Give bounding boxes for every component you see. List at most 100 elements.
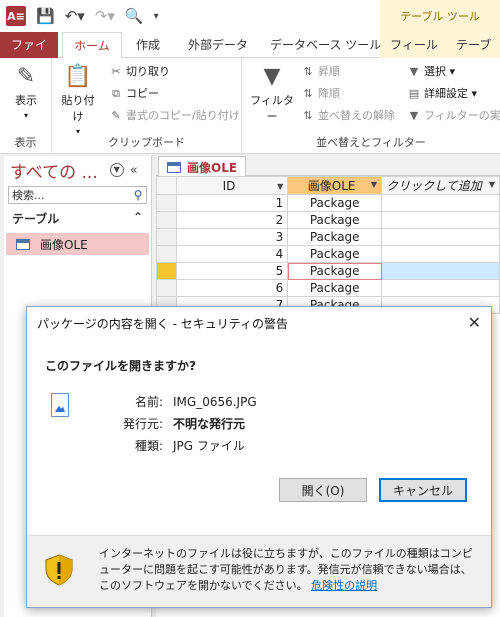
view-button[interactable]: ✎ 表示 ▾	[6, 62, 46, 121]
clipboard-group-label: クリップボード	[108, 136, 185, 149]
search-icon[interactable]: ⚲	[130, 188, 146, 202]
id-cell[interactable]: 3	[175, 228, 289, 246]
id-cell[interactable]: 2	[175, 211, 289, 229]
nav-item-label: 画像OLE	[40, 237, 88, 252]
advanced-label: 詳細設定	[424, 87, 468, 100]
ole-cell[interactable]: Package	[287, 211, 383, 229]
tab-external-data[interactable]: 外部データ	[180, 32, 256, 58]
ole-cell[interactable]: Package	[287, 245, 383, 263]
tab-home[interactable]: ホーム	[62, 32, 122, 59]
toggle-filter-button[interactable]: ▼ フィルターの実行	[406, 106, 500, 126]
ribbon-tabs: ファイル ホーム 作成 外部データ データベース ツール フィールド テーブル	[0, 32, 500, 78]
empty-cell[interactable]	[381, 211, 500, 229]
selection-button[interactable]: ▼ 選択 ▾	[406, 62, 455, 82]
filter-button-label: フィルター	[250, 94, 294, 123]
datasheet-header-row: ID ▼ 画像OLE ▼ クリックして追加 ▼	[156, 176, 500, 195]
empty-cell[interactable]	[381, 245, 500, 263]
nav-search-input[interactable]: 検索... ⚲	[8, 186, 147, 204]
remove-sort-button[interactable]: ⇅ 並べ替えの解除	[300, 106, 395, 126]
empty-cell[interactable]	[381, 228, 500, 246]
record-selector[interactable]	[156, 245, 177, 263]
customize-qat-icon[interactable]: ▾	[154, 11, 159, 22]
nav-menu-icon[interactable]: ▼	[109, 163, 124, 177]
format-painter-button[interactable]: ✎ 書式のコピー/貼り付け	[108, 106, 239, 126]
cancel-button[interactable]: キャンセル	[379, 478, 467, 502]
shutter-bar-close-icon[interactable]: «	[130, 163, 138, 178]
column-header-label: クリックして追加	[386, 179, 482, 193]
nav-header: すべての ... ▼ «	[4, 156, 151, 184]
copy-icon: ⧉	[112, 87, 120, 100]
tab-file[interactable]: ファイル	[0, 32, 58, 78]
document-tab[interactable]: 画像OLE	[158, 156, 247, 177]
table-row[interactable]: 1 Package	[156, 194, 500, 212]
nav-section-label: テーブル	[12, 212, 60, 226]
id-cell[interactable]: 5	[175, 262, 289, 280]
chevron-down-icon[interactable]: ▼	[371, 180, 377, 189]
tab-create[interactable]: 作成	[128, 32, 168, 58]
clipboard-group: 📋 貼り付け ▾ ✂ 切り取り ⧉ コピー ✎ 書式のコピー/貼り付け クリップボード	[52, 58, 242, 154]
record-selector[interactable]	[156, 262, 177, 280]
chevron-down-icon[interactable]: ▼	[277, 182, 283, 191]
save-icon[interactable]: 💾	[36, 7, 55, 25]
table-row-current[interactable]: 5 Package	[156, 262, 500, 280]
nav-item-table[interactable]: 画像OLE	[6, 233, 149, 255]
ole-cell[interactable]: Package	[287, 279, 383, 297]
copy-button[interactable]: ⧉ コピー	[108, 84, 159, 104]
close-icon[interactable]: ✕	[468, 313, 481, 332]
record-selector[interactable]	[156, 211, 177, 229]
collapse-section-icon[interactable]: ⌃	[133, 210, 143, 227]
column-header-click-to-add[interactable]: クリックして追加 ▼	[381, 176, 500, 195]
document-tab-label: 画像OLE	[187, 160, 238, 175]
cut-button[interactable]: ✂ 切り取り	[108, 62, 170, 82]
publisher-key: 発行元:	[122, 417, 163, 431]
table-tools-label: テーブル ツール	[380, 0, 500, 32]
redo-icon[interactable]: ↷▾	[95, 7, 115, 25]
print-preview-icon[interactable]: 🔍	[125, 7, 144, 25]
brush-icon: ✎	[111, 109, 121, 122]
open-button[interactable]: 開く(O)	[279, 478, 367, 502]
table-row[interactable]: 2 Package	[156, 211, 500, 229]
table-row[interactable]: 4 Package	[156, 245, 500, 263]
advanced-button[interactable]: ▤ 詳細設定 ▾	[406, 84, 477, 104]
table-icon	[167, 161, 181, 173]
file-name-value: IMG_0656.JPG	[173, 395, 257, 409]
tab-table[interactable]: テーブル	[448, 32, 500, 78]
cut-label: 切り取り	[126, 65, 170, 78]
paste-button[interactable]: 📋 貼り付け ▾	[58, 62, 98, 137]
empty-cell[interactable]	[381, 194, 500, 212]
ole-cell[interactable]: Package	[287, 228, 383, 246]
view-group: ✎ 表示 ▾ 表示	[0, 58, 52, 154]
toggle-filter-label: フィルターの実行	[424, 109, 500, 122]
sort-descending-button[interactable]: ⇅ 降順	[300, 84, 340, 104]
id-cell[interactable]: 6	[175, 279, 289, 297]
sort-ascending-button[interactable]: ⇅ 昇順	[300, 62, 340, 82]
record-selector[interactable]	[156, 279, 177, 297]
tab-database-tools[interactable]: データベース ツール	[262, 32, 389, 58]
table-row[interactable]: 6 Package	[156, 279, 500, 297]
title-bar: A≡ 💾 ↶▾ ↷▾ 🔍 ▾ テーブル ツール	[0, 0, 500, 32]
nav-title[interactable]: すべての ...	[10, 158, 98, 183]
ole-cell[interactable]: Package	[287, 194, 383, 212]
tab-fields[interactable]: フィールド	[380, 32, 448, 78]
table-row[interactable]: 3 Package	[156, 228, 500, 246]
paste-button-label: 貼り付け	[61, 94, 95, 123]
filter-button[interactable]: ▼ フィルター	[248, 62, 296, 124]
ole-cell[interactable]: Package	[287, 262, 383, 280]
id-cell[interactable]: 1	[175, 194, 289, 212]
empty-cell[interactable]	[381, 279, 500, 297]
document-tabs: 画像OLE	[156, 156, 500, 177]
column-header-id[interactable]: ID ▼	[175, 176, 289, 195]
column-header-ole[interactable]: 画像OLE ▼	[287, 176, 383, 195]
chevron-down-icon[interactable]: ▼	[489, 180, 495, 189]
quick-access-toolbar: A≡ 💾 ↶▾ ↷▾ 🔍 ▾	[6, 6, 159, 26]
empty-cell[interactable]	[381, 262, 500, 280]
record-selector[interactable]	[156, 228, 177, 246]
undo-icon[interactable]: ↶▾	[65, 7, 85, 25]
sort-descending-icon: ⇅	[303, 87, 313, 100]
record-selector[interactable]	[156, 194, 177, 212]
access-app-icon[interactable]: A≡	[6, 6, 26, 26]
nav-section-tables[interactable]: テーブル ⌃	[4, 206, 151, 231]
id-cell[interactable]: 4	[175, 245, 289, 263]
select-all-cell[interactable]	[156, 176, 177, 195]
risk-explanation-link[interactable]: 危険性の説明	[311, 579, 377, 592]
